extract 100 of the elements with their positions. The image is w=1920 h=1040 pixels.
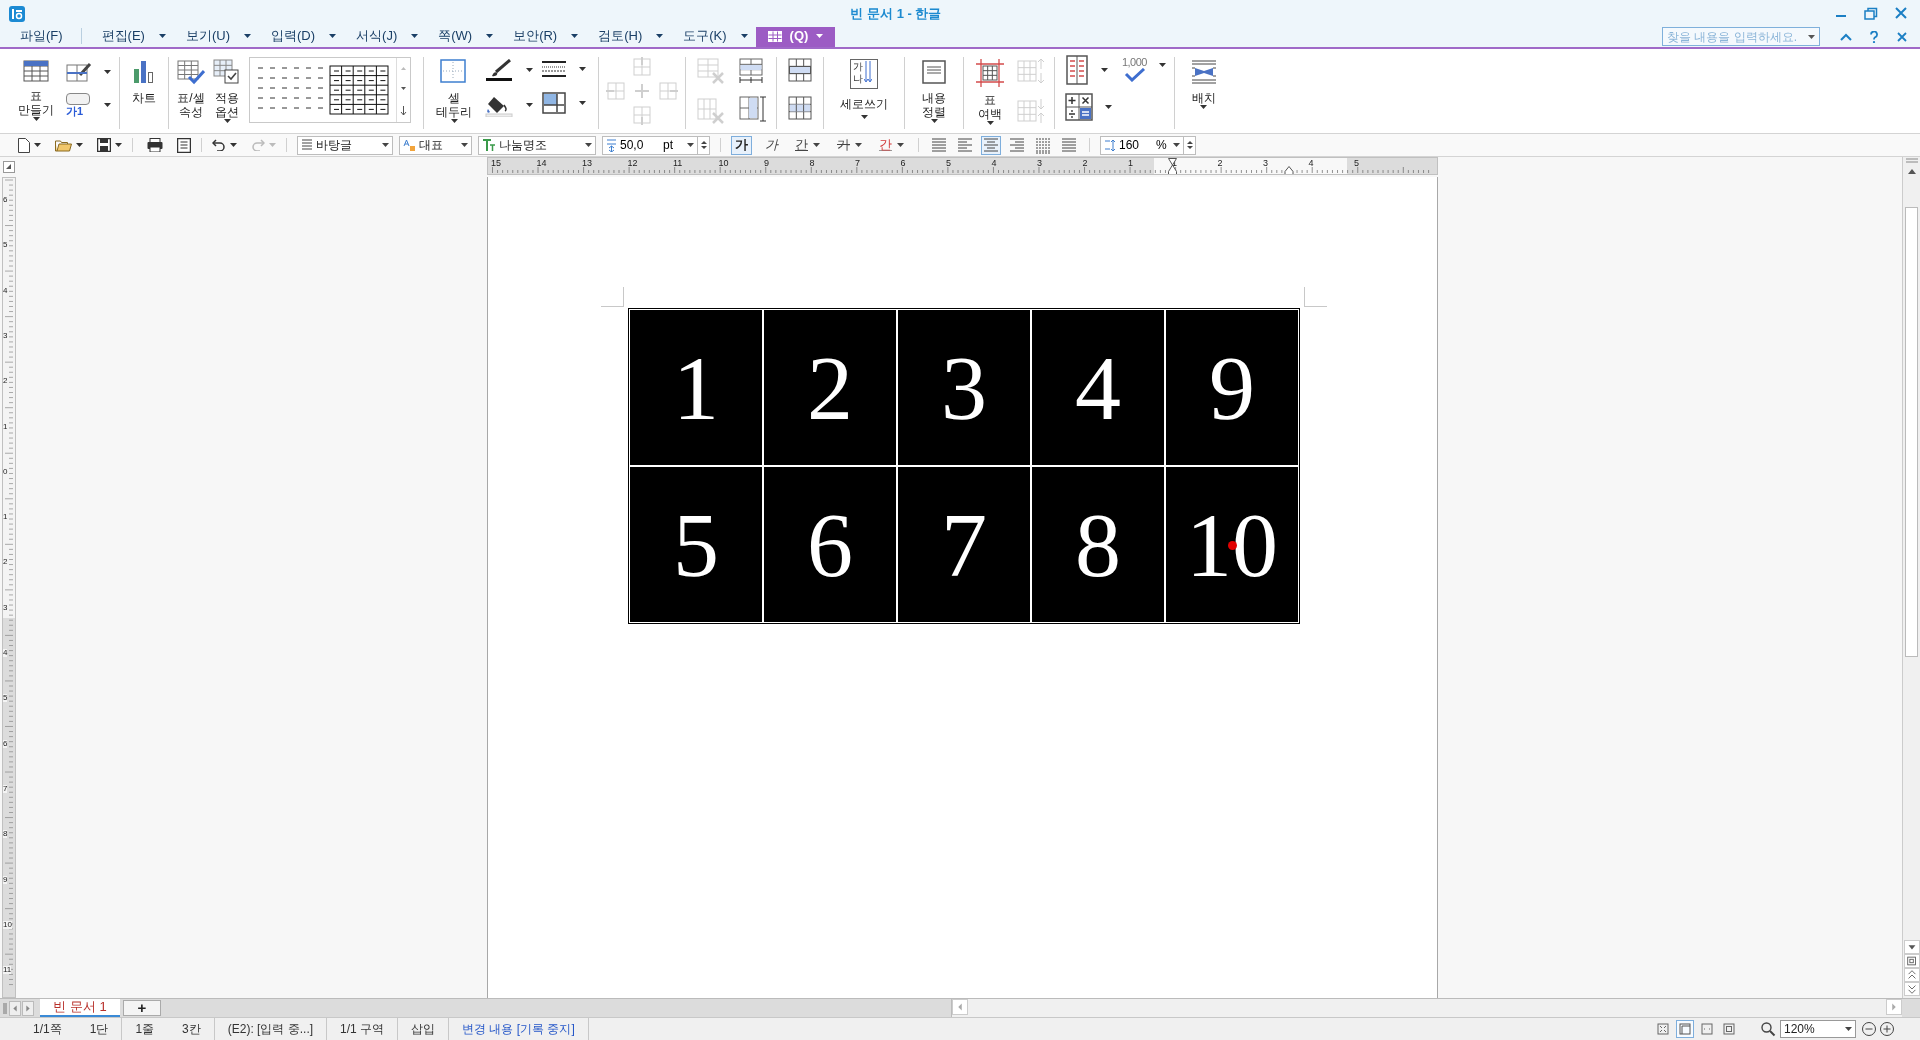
chart-button[interactable]: 차트 xyxy=(124,53,164,129)
new-document-button[interactable] xyxy=(18,137,41,153)
zoom-in-icon[interactable] xyxy=(1879,1021,1895,1037)
save-button[interactable] xyxy=(97,138,122,152)
calculate-button[interactable] xyxy=(1065,93,1112,121)
menu-item[interactable]: 입력(D) xyxy=(271,25,337,47)
equal-width-icon[interactable] xyxy=(738,95,766,123)
caret-icon[interactable] xyxy=(740,34,748,38)
table-margin-button[interactable]: 표 여백 xyxy=(968,53,1012,129)
spinner[interactable] xyxy=(1184,135,1196,155)
caret-icon[interactable] xyxy=(897,143,904,147)
font-dropdown[interactable]: 나눔명조 xyxy=(478,135,596,155)
format-button[interactable]: 가 xyxy=(761,135,782,155)
select-object-icon[interactable] xyxy=(1903,954,1920,968)
previous-page-icon[interactable] xyxy=(1903,968,1920,982)
table-create-button[interactable]: 표 만들기 xyxy=(10,53,62,129)
caret-icon[interactable] xyxy=(411,34,419,38)
format-button[interactable]: 간 xyxy=(875,135,908,155)
border-color-button[interactable] xyxy=(484,59,533,81)
caret-icon[interactable] xyxy=(1105,105,1112,109)
split-cells-icon[interactable] xyxy=(787,95,813,121)
undo-button[interactable] xyxy=(212,139,237,151)
menu-tab[interactable]: (Q) xyxy=(755,25,836,47)
zoom-icon[interactable] xyxy=(1760,1021,1776,1037)
equal-height-icon[interactable] xyxy=(738,57,764,83)
scroll-down-icon[interactable] xyxy=(1903,940,1920,954)
table-cell[interactable]: 6 xyxy=(764,467,896,622)
zoom-out-icon[interactable] xyxy=(1861,1021,1877,1037)
caret-icon[interactable] xyxy=(115,143,122,147)
caret-icon[interactable] xyxy=(579,67,586,71)
caret-icon[interactable] xyxy=(579,101,586,105)
align-button[interactable] xyxy=(929,135,949,155)
caret-icon[interactable] xyxy=(687,143,694,147)
menu-item[interactable]: 보기(U) xyxy=(185,25,251,47)
open-button[interactable] xyxy=(55,138,83,152)
table-cell[interactable]: 9 xyxy=(1166,310,1298,465)
table-cell[interactable]: 10 xyxy=(1166,467,1298,622)
caret-icon[interactable] xyxy=(158,34,166,38)
align-button[interactable] xyxy=(955,135,975,155)
spinner[interactable] xyxy=(698,135,710,155)
menu-item[interactable]: 검토(H) xyxy=(598,25,664,47)
search-field[interactable]: 찾을 내용을 입력하세요. xyxy=(1662,27,1820,46)
align-button[interactable] xyxy=(1059,135,1079,155)
caret-icon[interactable] xyxy=(585,143,592,147)
vertical-writing-button[interactable]: 가 나 세로쓰기 xyxy=(828,53,900,129)
caret-icon[interactable] xyxy=(1200,105,1208,109)
caret-icon[interactable] xyxy=(986,121,994,125)
caret-icon[interactable] xyxy=(860,115,868,119)
language-dropdown[interactable]: 대표 xyxy=(399,135,472,155)
ruler-corner-icon[interactable] xyxy=(3,161,15,173)
menu-item[interactable]: 파일(F) xyxy=(20,25,63,47)
caret-icon[interactable] xyxy=(32,117,40,121)
align-button[interactable] xyxy=(981,135,1001,155)
table-cell[interactable]: 4 xyxy=(1032,310,1164,465)
caret-icon[interactable] xyxy=(1173,143,1180,147)
zoom-dropdown[interactable]: 120% xyxy=(1780,1020,1856,1038)
track-changes-link[interactable]: 변경 내용 [기록 중지] xyxy=(462,1020,575,1038)
table-cell[interactable]: 2 xyxy=(764,310,896,465)
add-tab-button[interactable]: + xyxy=(123,1000,161,1016)
format-button[interactable]: 간 xyxy=(791,135,824,155)
edit-cell-button[interactable] xyxy=(66,61,111,83)
caret-icon[interactable] xyxy=(486,34,494,38)
paragraph-style-dropdown[interactable]: 바탕글 xyxy=(297,135,393,155)
format-button[interactable]: 가 xyxy=(731,135,752,155)
caret-icon[interactable] xyxy=(382,143,389,147)
apply-options-button[interactable]: 적용 옵션 xyxy=(209,53,245,129)
cell-shade-button[interactable] xyxy=(541,91,586,115)
caret-icon[interactable] xyxy=(329,34,337,38)
font-size-field[interactable]: 50,0 pt xyxy=(602,135,698,155)
align-button[interactable] xyxy=(1033,135,1053,155)
border-line-button[interactable] xyxy=(541,59,586,79)
indent-marker-icon[interactable] xyxy=(1168,158,1177,174)
indent-marker-icon[interactable] xyxy=(1284,166,1294,174)
caret-icon[interactable] xyxy=(526,103,533,107)
format-button[interactable]: 가 xyxy=(833,135,866,155)
table-cell[interactable]: 1 xyxy=(630,310,762,465)
caret-icon[interactable] xyxy=(571,34,579,38)
table-cell[interactable]: 5 xyxy=(630,467,762,622)
document-tab[interactable]: 빈 문서 1 xyxy=(40,999,120,1017)
view-mode-button[interactable] xyxy=(1654,1020,1672,1038)
scroll-thumb[interactable] xyxy=(1905,207,1918,657)
caret-icon[interactable] xyxy=(855,143,862,147)
view-mode-button[interactable] xyxy=(1676,1020,1694,1038)
next-page-icon[interactable] xyxy=(1903,982,1920,996)
caret-icon[interactable] xyxy=(34,143,41,147)
table-cell[interactable]: 8 xyxy=(1032,467,1164,622)
print-icon[interactable] xyxy=(147,138,163,152)
menu-item[interactable]: 편집(E) xyxy=(101,25,166,47)
merge-cells-icon[interactable] xyxy=(787,57,813,83)
cell-border-button[interactable]: 셀 테두리 xyxy=(428,53,480,129)
caret-icon[interactable] xyxy=(223,119,231,123)
menu-item[interactable]: 도구(K) xyxy=(683,25,748,47)
caret-icon[interactable] xyxy=(1101,68,1108,72)
menu-item[interactable]: 서식(J) xyxy=(356,25,419,47)
thousands-separator-button[interactable]: 1,000 xyxy=(1118,53,1170,82)
caret-icon[interactable] xyxy=(104,70,111,74)
caret-icon[interactable] xyxy=(244,34,251,38)
caret-icon[interactable] xyxy=(1845,1027,1852,1031)
table-cell[interactable]: 7 xyxy=(898,467,1030,622)
caret-icon[interactable] xyxy=(656,34,664,38)
